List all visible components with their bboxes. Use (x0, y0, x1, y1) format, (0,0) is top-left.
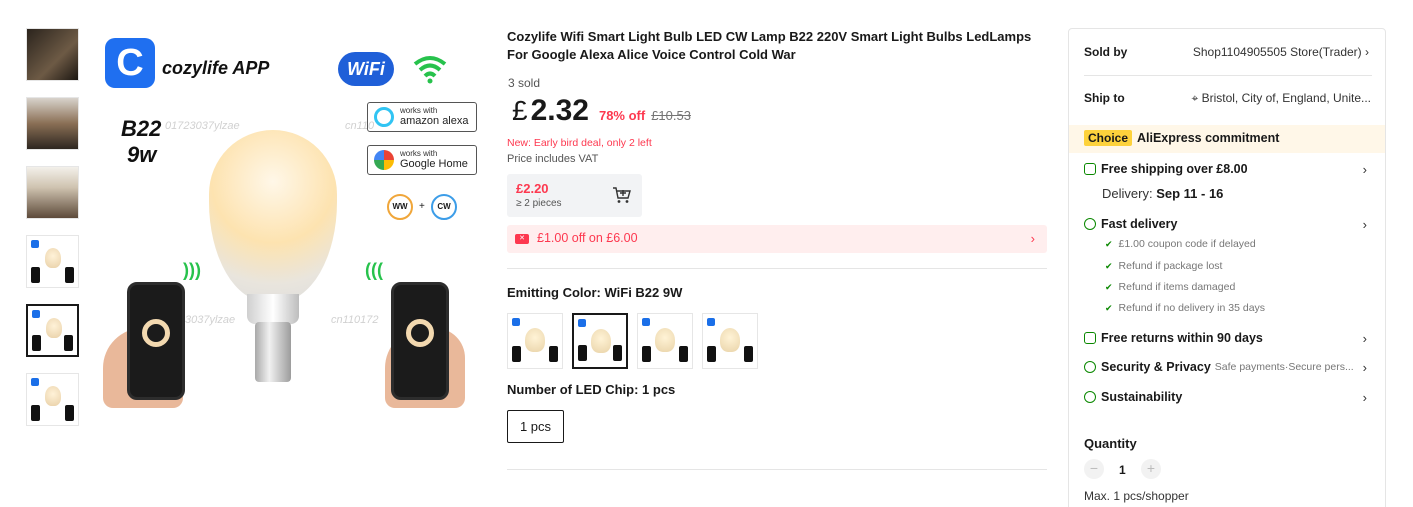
free-returns-row[interactable]: Free returns within 90 days (1084, 331, 1263, 345)
ship-to-label: Ship to (1084, 91, 1125, 105)
price-row: £2.32 78% off £10.53 (512, 94, 691, 128)
guarantee-item: ✔ £1.00 coupon code if delayed (1105, 238, 1256, 250)
cozylife-logo-icon: C (105, 38, 155, 88)
shield-clock-icon (1084, 218, 1096, 230)
chevron-right-icon[interactable]: › (1363, 331, 1367, 346)
phone-left (127, 282, 185, 400)
discount-badge: 78% off (598, 108, 646, 123)
thumbnail-4[interactable] (26, 235, 79, 288)
sold-by-label: Sold by (1084, 45, 1128, 59)
delivery-estimate: Delivery: Sep 11 - 16 (1102, 186, 1224, 201)
color-swatches (507, 313, 767, 369)
bulb-base (255, 322, 291, 382)
guarantee-item: ✔ Refund if items damaged (1105, 281, 1236, 293)
chip-label: Number of LED Chip: 1 pcs (507, 382, 676, 397)
google-assistant-icon (374, 150, 394, 170)
thumbnail-list (26, 28, 81, 442)
original-price: £10.53 (651, 108, 691, 123)
chevron-right-icon: › (1365, 45, 1369, 59)
color-label: Emitting Color: WiFi B22 9W (507, 285, 683, 300)
security-row[interactable]: Security & Privacy Safe payments·Secure p… (1084, 360, 1354, 374)
coupon-text: £1.00 off on £6.00 (537, 231, 638, 245)
tier-price-box[interactable]: £2.20 ≥ 2 pieces (507, 174, 642, 217)
check-icon: ✔ (1105, 303, 1113, 313)
chevron-right-icon[interactable]: › (1363, 390, 1367, 405)
purchase-panel: Sold by Shop1104905505 Store(Trader) › S… (1068, 28, 1386, 507)
add-to-cart-icon[interactable] (612, 186, 632, 204)
fast-delivery-row[interactable]: Fast delivery (1084, 217, 1177, 231)
check-icon: ✔ (1105, 239, 1113, 249)
phone-right (391, 282, 449, 400)
color-swatch-4[interactable] (702, 313, 758, 369)
cw-badge: CW (431, 194, 457, 220)
color-swatch-2-selected[interactable] (572, 313, 628, 369)
bulb-glass (209, 130, 337, 302)
plus-text: + (419, 201, 425, 212)
chevron-right-icon[interactable]: › (1363, 360, 1367, 375)
quantity-value[interactable]: 1 (1119, 463, 1126, 477)
chip-option-button[interactable]: 1 pcs (507, 410, 564, 443)
choice-badge: Choice (1084, 130, 1133, 146)
quantity-increase-button[interactable]: + (1141, 459, 1161, 479)
wifi-signal-icon (413, 56, 447, 84)
divider (1084, 75, 1372, 76)
check-icon: ✔ (1105, 282, 1113, 292)
thumbnail-3[interactable] (26, 166, 79, 219)
ww-badge: WW (387, 194, 413, 220)
guarantee-item: ✔ Refund if package lost (1105, 260, 1223, 272)
divider (507, 268, 1047, 269)
watermark: cn110 (345, 120, 375, 132)
chevron-right-icon[interactable]: › (1363, 217, 1367, 232)
check-icon: ✔ (1105, 261, 1113, 271)
signal-icon: ))) (183, 260, 201, 280)
alexa-icon (374, 107, 394, 127)
product-title: Cozylife Wifi Smart Light Bulb LED CW La… (507, 29, 1032, 62)
quantity-decrease-button[interactable]: − (1084, 459, 1104, 479)
watermark: 01723037ylzae (165, 120, 240, 132)
current-price: £2.32 (512, 94, 589, 127)
watermark: 3037ylzae (185, 314, 236, 326)
color-swatch-3[interactable] (637, 313, 693, 369)
location-pin-icon: ⌖ (1191, 91, 1199, 105)
guarantee-item: ✔ Refund if no delivery in 35 days (1105, 302, 1266, 314)
google-home-badge: works with Google Home (367, 145, 477, 175)
watermark: cn110172 (331, 314, 379, 326)
ship-to-selector[interactable]: ⌖ Bristol, City of, England, Unite... (1191, 91, 1371, 106)
store-link[interactable]: Shop1104905505 Store(Trader) › (1193, 45, 1369, 59)
main-product-image[interactable]: C cozylife APP B22 9w WiFi works with am… (95, 28, 485, 418)
sold-count: 3 sold (508, 76, 541, 90)
thumbnail-2[interactable] (26, 97, 79, 150)
coupon-icon: ✕ (515, 234, 529, 244)
thumbnail-1[interactable] (26, 28, 79, 81)
wifi-badge: WiFi (338, 52, 394, 86)
thumbnail-5-selected[interactable] (26, 304, 79, 357)
bulb-neck (247, 294, 299, 324)
alexa-badge: works with amazon alexa (367, 102, 477, 132)
divider (507, 469, 1047, 470)
max-per-shopper: Max. 1 pcs/shopper (1084, 489, 1189, 503)
truck-icon (1084, 163, 1096, 175)
free-shipping-row[interactable]: Free shipping over £8.00 (1084, 162, 1248, 176)
coupon-bar[interactable]: ✕ £1.00 off on £6.00 › (507, 225, 1047, 253)
color-swatch-1[interactable] (507, 313, 563, 369)
deal-text: New: Early bird deal, only 2 left (507, 137, 652, 149)
vat-text: Price includes VAT (507, 153, 599, 165)
model-text: B22 9w (121, 116, 162, 167)
leaf-icon (1084, 391, 1096, 403)
app-name-text: cozylife APP (162, 58, 270, 78)
chevron-right-icon[interactable]: › (1363, 162, 1367, 177)
sustainability-row[interactable]: Sustainability (1084, 390, 1182, 404)
signal-icon: ((( (365, 260, 383, 280)
thumbnail-6[interactable] (26, 373, 79, 426)
choice-band: Choice AliExpress commitment (1069, 125, 1385, 153)
chevron-right-icon: › (1030, 231, 1035, 246)
security-icon (1084, 361, 1096, 373)
choice-text: AliExpress commitment (1137, 131, 1280, 145)
returns-icon (1084, 332, 1096, 344)
quantity-label: Quantity (1084, 436, 1137, 451)
